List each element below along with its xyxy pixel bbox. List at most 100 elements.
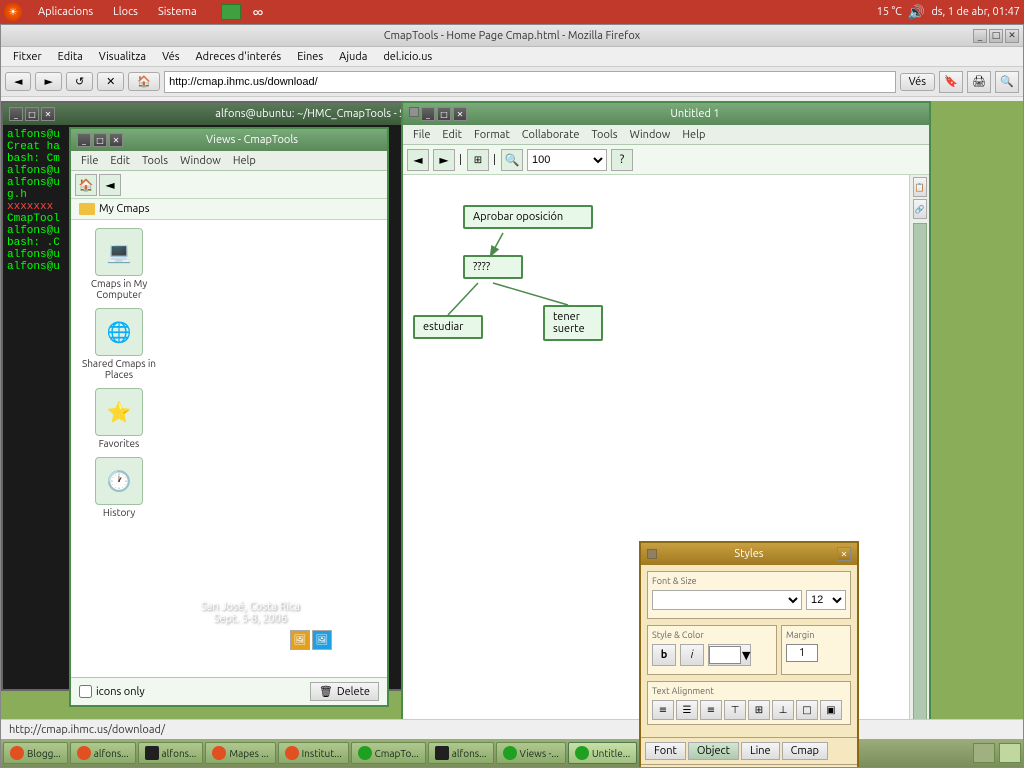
cmap-menu-window[interactable]: Window (624, 127, 677, 143)
views-maximize-btn[interactable]: □ (93, 133, 107, 147)
taskbar-pager-2[interactable] (999, 743, 1021, 763)
align-left-btn[interactable]: ≡ (652, 700, 674, 720)
cmap-menu-format[interactable]: Format (468, 127, 516, 143)
sys-menu-sistema[interactable]: Sistema (154, 4, 201, 20)
cmap-node-estudiar[interactable]: estudiar (413, 315, 483, 339)
align-middle-btn[interactable]: ⊞ (748, 700, 770, 720)
cmap-side-btn2[interactable]: 🔗 (913, 199, 927, 219)
firefox-menubar: Fitxer Edita Visualitza Vés Adreces d'in… (1, 47, 1023, 67)
sys-menu-llocs[interactable]: Llocs (109, 4, 142, 20)
ff-url-bar[interactable] (164, 71, 895, 93)
views-toolbar-btn1[interactable]: 🏠 (75, 174, 97, 196)
styles-tab-object[interactable]: Object (688, 742, 739, 760)
cmap-zoom-select[interactable]: 100 75 50 150 (527, 149, 607, 171)
cmap-title: Untitled 1 (467, 108, 923, 120)
views-icon-sharedcmaps[interactable]: 🌐 Shared Cmaps in Places (79, 308, 159, 380)
cmap-minimize-btn[interactable]: _ (421, 107, 435, 121)
firefox-close-btn[interactable]: ✕ (1005, 29, 1019, 43)
firefox-maximize-btn[interactable]: □ (989, 29, 1003, 43)
cmap-view-btn[interactable]: ⊞ (467, 149, 489, 171)
cmap-menu-help[interactable]: Help (676, 127, 711, 143)
ff-reload-btn[interactable]: ↺ (66, 72, 93, 91)
bold-btn[interactable]: b (652, 644, 676, 666)
styles-tab-cmap[interactable]: Cmap (782, 742, 828, 760)
ff-stop-btn[interactable]: ✕ (97, 72, 124, 91)
ff-menu-ajuda[interactable]: Ajuda (331, 49, 375, 65)
cmap-menu-file[interactable]: File (407, 127, 436, 143)
ff-menu-eines[interactable]: Eines (289, 49, 331, 65)
taskbar-icon-untitled (575, 746, 589, 760)
delete-button[interactable]: 🗑 Delete (310, 682, 379, 701)
styles-tab-font[interactable]: Font (645, 742, 686, 760)
konsole-close-btn[interactable]: ✕ (41, 107, 55, 121)
cmap-node-unknown[interactable]: ???? (463, 255, 523, 279)
ff-menu-edita[interactable]: Edita (50, 49, 91, 65)
views-toolbar-btn2[interactable]: ◄ (99, 174, 121, 196)
ff-bookmark-btn[interactable]: 🔖 (939, 71, 963, 93)
align-extra2-btn[interactable]: ▣ (820, 700, 842, 720)
konsole-maximize-btn[interactable]: □ (25, 107, 39, 121)
ff-menu-fitxer[interactable]: Fitxer (5, 49, 50, 65)
taskbar-btn-untitled[interactable]: Untitle... (568, 742, 637, 764)
cmap-node-tener[interactable]: tener suerte (543, 305, 603, 341)
taskbar-btn-cmapto[interactable]: CmapTo... (351, 742, 426, 764)
cmap-side-btn1[interactable]: 📋 (913, 177, 927, 197)
taskbar-btn-views[interactable]: Views -... (496, 742, 566, 764)
cmap-menu-edit[interactable]: Edit (436, 127, 468, 143)
taskbar-btn-mapes[interactable]: Mapes ... (205, 742, 275, 764)
ff-home-btn[interactable]: 🏠 (128, 72, 160, 91)
ff-menu-visualitza[interactable]: Visualitza (91, 49, 154, 65)
cmap-menu-collaborate[interactable]: Collaborate (516, 127, 586, 143)
taskbar-pager-1[interactable] (973, 743, 995, 763)
firefox-minimize-btn[interactable]: _ (973, 29, 987, 43)
font-size-select[interactable]: 12 (806, 590, 846, 610)
sys-menu-aplicacions[interactable]: Aplicacions (34, 4, 97, 20)
views-close-btn[interactable]: ✕ (109, 133, 123, 147)
ff-print-btn[interactable]: 🖨 (967, 71, 991, 93)
temperature: 15 °C (877, 6, 902, 18)
align-top-btn[interactable]: ⊤ (724, 700, 746, 720)
views-icon-favorites[interactable]: ⭐ Favorites (79, 388, 159, 449)
ff-go-btn[interactable]: Vés (900, 73, 935, 91)
taskbar-btn-terminal1[interactable]: alfons... (138, 742, 204, 764)
styles-close-btn[interactable]: ✕ (837, 547, 851, 561)
styles-tab-line[interactable]: Line (741, 742, 780, 760)
align-center-btn[interactable]: ☰ (676, 700, 698, 720)
cmap-close-btn[interactable]: ✕ (453, 107, 467, 121)
taskbar-btn-alfons2[interactable]: alfons... (428, 742, 494, 764)
cmap-node-aprobar[interactable]: Aprobar oposición (463, 205, 593, 229)
font-family-select[interactable] (652, 590, 802, 610)
views-menu-file[interactable]: File (75, 153, 104, 169)
views-menu-window[interactable]: Window (174, 153, 227, 169)
cmap-vscroll-thumb[interactable] (913, 223, 927, 767)
taskbar-btn-institut[interactable]: Institut... (278, 742, 349, 764)
ff-menu-ves[interactable]: Vés (154, 49, 187, 65)
cmap-back-btn[interactable]: ◄ (407, 149, 429, 171)
taskbar-btn-alfons1[interactable]: alfons... (70, 742, 136, 764)
ff-search-btn[interactable]: 🔍 (995, 71, 1019, 93)
italic-btn[interactable]: i (680, 644, 704, 666)
cmap-maximize-btn[interactable]: □ (437, 107, 451, 121)
align-extra1-btn[interactable]: □ (796, 700, 818, 720)
views-menu-tools[interactable]: Tools (136, 153, 174, 169)
color-picker-btn[interactable]: ▼ (708, 644, 751, 666)
views-icon-mycomputer[interactable]: 💻 Cmaps in My Computer (79, 228, 159, 300)
align-right-btn[interactable]: ≡ (700, 700, 722, 720)
taskbar-btn-blogg[interactable]: Blogg... (3, 742, 68, 764)
views-minimize-btn[interactable]: _ (77, 133, 91, 147)
views-icon-history[interactable]: 🕐 History (79, 457, 159, 518)
cmap-zoom-in-btn[interactable]: 🔍 (501, 149, 523, 171)
views-menu-edit[interactable]: Edit (104, 153, 136, 169)
cmap-help-btn[interactable]: ? (611, 149, 633, 171)
ff-back-btn[interactable]: ◄ (5, 72, 31, 91)
cmap-forward-btn[interactable]: ► (433, 149, 455, 171)
ff-menu-adreces[interactable]: Adreces d'interés (188, 49, 290, 65)
margin-value[interactable]: 1 (786, 644, 818, 662)
icons-only-checkbox[interactable] (79, 685, 92, 698)
ff-menu-delicious[interactable]: del.icio.us (375, 49, 440, 65)
cmap-menu-tools[interactable]: Tools (585, 127, 623, 143)
align-bottom-btn[interactable]: ⊥ (772, 700, 794, 720)
ff-forward-btn[interactable]: ► (35, 72, 61, 91)
views-menu-help[interactable]: Help (227, 153, 262, 169)
konsole-minimize-btn[interactable]: _ (9, 107, 23, 121)
